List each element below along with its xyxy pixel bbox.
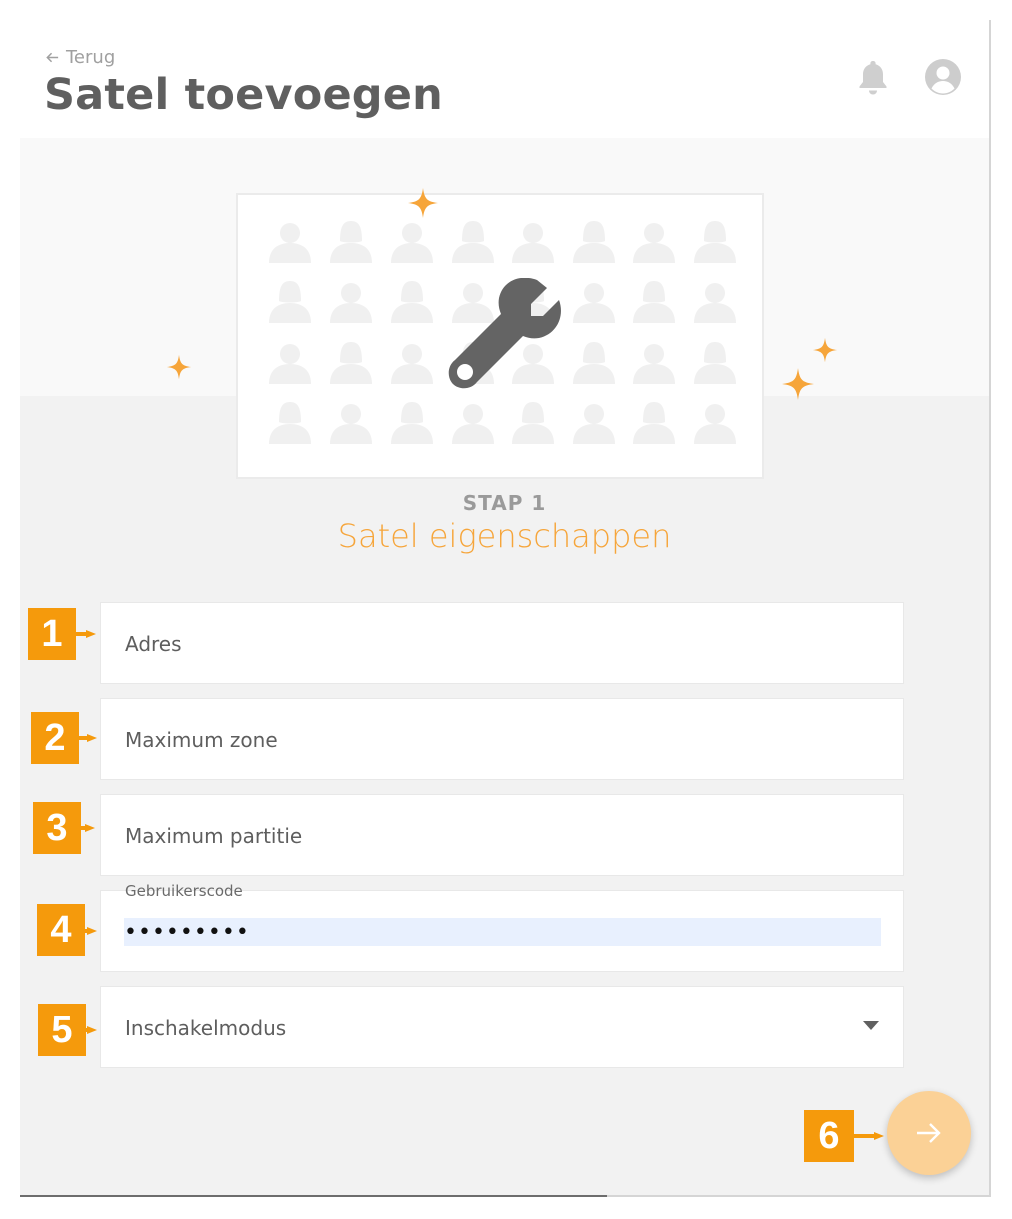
person-silhouette	[269, 223, 311, 263]
back-label: Terug	[66, 47, 116, 68]
person-silhouette	[391, 344, 433, 384]
person-silhouette	[633, 281, 675, 323]
person-silhouette	[512, 223, 554, 263]
page-title: Satel toevoegen	[44, 70, 443, 120]
max-zone-placeholder: Maximum zone	[125, 728, 278, 752]
annotation-pointer-head	[87, 734, 97, 742]
person-silhouette	[452, 221, 494, 263]
person-silhouette	[694, 404, 736, 444]
person-silhouette	[633, 344, 675, 384]
page-header: Terug Satel toevoegen	[20, 20, 989, 138]
sparkle-icon	[166, 354, 192, 380]
person-silhouette	[330, 221, 372, 263]
sparkle-icon	[812, 337, 838, 363]
annotation-pointer-head	[86, 630, 96, 638]
annotation-pointer	[854, 1134, 876, 1138]
user-code-label: Gebruikerscode	[125, 882, 243, 900]
person-silhouette	[269, 281, 311, 323]
bell-icon[interactable]	[855, 58, 891, 96]
annotation-badge-3: 3	[33, 802, 81, 854]
annotation-badge-4: 4	[37, 904, 85, 956]
user-code-field[interactable]: Gebruikerscode	[100, 882, 904, 972]
chevron-down-icon	[863, 1021, 879, 1030]
person-silhouette	[694, 221, 736, 263]
person-silhouette	[573, 404, 615, 444]
person-silhouette	[694, 342, 736, 384]
person-silhouette	[512, 402, 554, 444]
bottom-divider	[20, 1195, 607, 1197]
person-silhouette	[633, 402, 675, 444]
person-silhouette	[573, 221, 615, 263]
annotation-badge-2: 2	[31, 712, 79, 764]
annotation-badge-6: 6	[804, 1110, 854, 1162]
annotation-badge-1: 1	[28, 608, 76, 660]
person-silhouette	[452, 404, 494, 444]
back-link[interactable]: Terug	[45, 47, 115, 68]
person-silhouette	[391, 281, 433, 323]
person-silhouette	[269, 402, 311, 444]
step-label: STAP 1	[462, 491, 547, 515]
person-silhouette	[391, 402, 433, 444]
person-silhouette	[330, 404, 372, 444]
next-step-button[interactable]	[887, 1091, 971, 1175]
person-silhouette	[573, 283, 615, 323]
step-title: Satel eigenschappen	[337, 517, 672, 555]
person-silhouette	[330, 283, 372, 323]
annotation-pointer-head	[87, 1026, 97, 1034]
person-silhouette	[330, 342, 372, 384]
app-window: Terug Satel toevoegen STAP 1 Satel eigen…	[20, 20, 991, 1197]
person-silhouette	[269, 344, 311, 384]
sparkle-icon	[408, 188, 438, 218]
arrow-left-icon	[46, 52, 59, 63]
max-zone-field[interactable]: Maximum zone	[100, 698, 904, 780]
arm-mode-placeholder: Inschakelmodus	[125, 1016, 287, 1040]
user-code-input[interactable]	[124, 918, 881, 946]
annotation-pointer-head	[874, 1132, 884, 1140]
person-silhouette	[633, 223, 675, 263]
arm-mode-select[interactable]: Inschakelmodus	[100, 986, 904, 1068]
sparkle-icon	[782, 368, 814, 400]
annotation-badge-5: 5	[38, 1004, 86, 1056]
max-partition-placeholder: Maximum partitie	[125, 824, 303, 848]
user-avatar-icon[interactable]	[924, 58, 962, 96]
max-partition-field[interactable]: Maximum partitie	[100, 794, 904, 876]
annotation-pointer-head	[87, 927, 97, 935]
person-silhouette	[391, 223, 433, 263]
address-placeholder: Adres	[125, 632, 182, 656]
wrench-icon	[448, 278, 561, 389]
person-silhouette	[573, 342, 615, 384]
person-silhouette	[694, 283, 736, 323]
arrow-right-icon	[917, 1123, 941, 1143]
address-field[interactable]: Adres	[100, 602, 904, 684]
annotation-pointer-head	[85, 824, 95, 832]
